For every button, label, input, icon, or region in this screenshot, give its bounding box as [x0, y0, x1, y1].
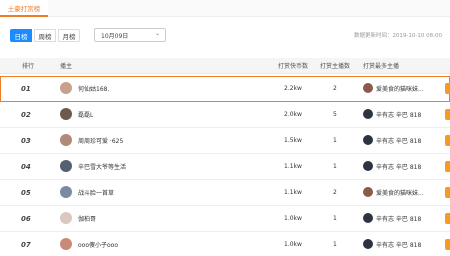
top-host-avatar[interactable]	[363, 239, 373, 249]
row-action-button[interactable]	[445, 161, 450, 172]
table-row[interactable]: 04 辛巴雪大爷等生活 1.1kw 1 辛有志 辛巴 818	[0, 154, 450, 180]
coin-count: 1.5kw	[284, 137, 302, 144]
host-name[interactable]: 周周珍可爱 ·625	[78, 128, 123, 153]
host-count: 1	[333, 215, 337, 222]
rank-number: 07	[21, 240, 31, 249]
rank-number: 03	[21, 136, 31, 145]
host-avatar[interactable]	[60, 186, 72, 198]
top-host-name[interactable]: 爱美食的猫咪妹...	[376, 180, 424, 205]
host-name[interactable]: 战斗脸一首草	[78, 180, 114, 205]
top-host-name[interactable]: 辛有志 辛巴 818	[376, 206, 421, 231]
rank-number: 02	[21, 110, 31, 119]
update-time: 数据更新时间：2019-10-10 08:00	[353, 33, 442, 39]
coin-count: 1.1kw	[284, 163, 302, 170]
host-count: 2	[333, 189, 337, 196]
rank-number: 01	[21, 84, 31, 93]
date-value: 10月09日	[101, 32, 129, 40]
top-host-avatar[interactable]	[363, 109, 373, 119]
table-row[interactable]: 02 磊磊L 2.0kw 5 辛有志 辛巴 818	[0, 102, 450, 128]
top-host-avatar[interactable]	[363, 161, 373, 171]
top-host-name[interactable]: 辛有志 辛巴 818	[376, 154, 421, 179]
header-coins: 打赏快币数	[278, 63, 309, 70]
host-count: 2	[333, 85, 337, 92]
row-action-button[interactable]	[445, 187, 450, 198]
row-action-button[interactable]	[445, 213, 450, 224]
coin-count: 1.0kw	[284, 241, 302, 248]
coin-count: 1.1kw	[284, 189, 302, 196]
day-rank-button[interactable]: 日榜	[10, 29, 32, 42]
week-rank-button[interactable]: 周榜	[34, 29, 56, 42]
table-row[interactable]: 07 ooo傻小子ooo 1.0kw 1 辛有志 辛巴 818	[0, 232, 450, 256]
host-name[interactable]: 磊磊L	[78, 102, 93, 127]
host-name[interactable]: 伽柏哥	[78, 206, 96, 231]
host-name[interactable]: 何仙姑168.	[78, 76, 109, 101]
rank-number: 04	[21, 162, 31, 171]
rank-number: 06	[21, 214, 31, 223]
host-count: 1	[333, 241, 337, 248]
chevron-down-icon: ⌄	[154, 30, 160, 37]
top-host-name[interactable]: 辛有志 辛巴 818	[376, 128, 421, 153]
table-row[interactable]: 06 伽柏哥 1.0kw 1 辛有志 辛巴 818	[0, 206, 450, 232]
host-name[interactable]: ooo傻小子ooo	[78, 232, 118, 256]
host-avatar[interactable]	[60, 134, 72, 146]
row-action-button[interactable]	[445, 83, 450, 94]
date-select[interactable]: 10月09日 ⌄	[94, 28, 166, 42]
tab-rich-reward-rank[interactable]: 土豪打赏榜	[0, 0, 48, 17]
coin-count: 1.0kw	[284, 215, 302, 222]
header-count: 打赏主播数	[320, 63, 351, 70]
top-host-name[interactable]: 辛有志 辛巴 818	[376, 232, 421, 256]
coin-count: 2.2kw	[284, 85, 302, 92]
top-host-avatar[interactable]	[363, 83, 373, 93]
row-action-button[interactable]	[445, 109, 450, 120]
top-host-avatar[interactable]	[363, 135, 373, 145]
host-avatar[interactable]	[60, 212, 72, 224]
row-action-button[interactable]	[445, 239, 450, 250]
tab-bar: 土豪打赏榜	[0, 0, 450, 17]
header-rank: 排行	[22, 63, 35, 70]
top-host-name[interactable]: 爱美食的猫咪妹...	[376, 76, 424, 101]
row-action-button[interactable]	[445, 135, 450, 146]
header-top: 打赏最多主播	[363, 63, 400, 70]
host-count: 1	[333, 163, 337, 170]
table-row[interactable]: 03 周周珍可爱 ·625 1.5kw 1 辛有志 辛巴 818	[0, 128, 450, 154]
host-avatar[interactable]	[60, 108, 72, 120]
coin-count: 2.0kw	[284, 111, 302, 118]
host-avatar[interactable]	[60, 82, 72, 94]
top-host-avatar[interactable]	[363, 213, 373, 223]
host-count: 1	[333, 137, 337, 144]
rank-number: 05	[21, 188, 31, 197]
top-host-name[interactable]: 辛有志 辛巴 818	[376, 102, 421, 127]
header-host: 播主	[60, 63, 73, 70]
host-count: 5	[333, 111, 337, 118]
table-row[interactable]: 01 何仙姑168. 2.2kw 2 爱美食的猫咪妹...	[0, 76, 450, 102]
top-host-avatar[interactable]	[363, 187, 373, 197]
table-row[interactable]: 05 战斗脸一首草 1.1kw 2 爱美食的猫咪妹...	[0, 180, 450, 206]
table-header: 排行 播主 打赏快币数 打赏主播数 打赏最多主播	[0, 58, 450, 74]
month-rank-button[interactable]: 月榜	[58, 29, 80, 42]
host-avatar[interactable]	[60, 238, 72, 250]
host-avatar[interactable]	[60, 160, 72, 172]
host-name[interactable]: 辛巴雪大爷等生活	[78, 154, 126, 179]
